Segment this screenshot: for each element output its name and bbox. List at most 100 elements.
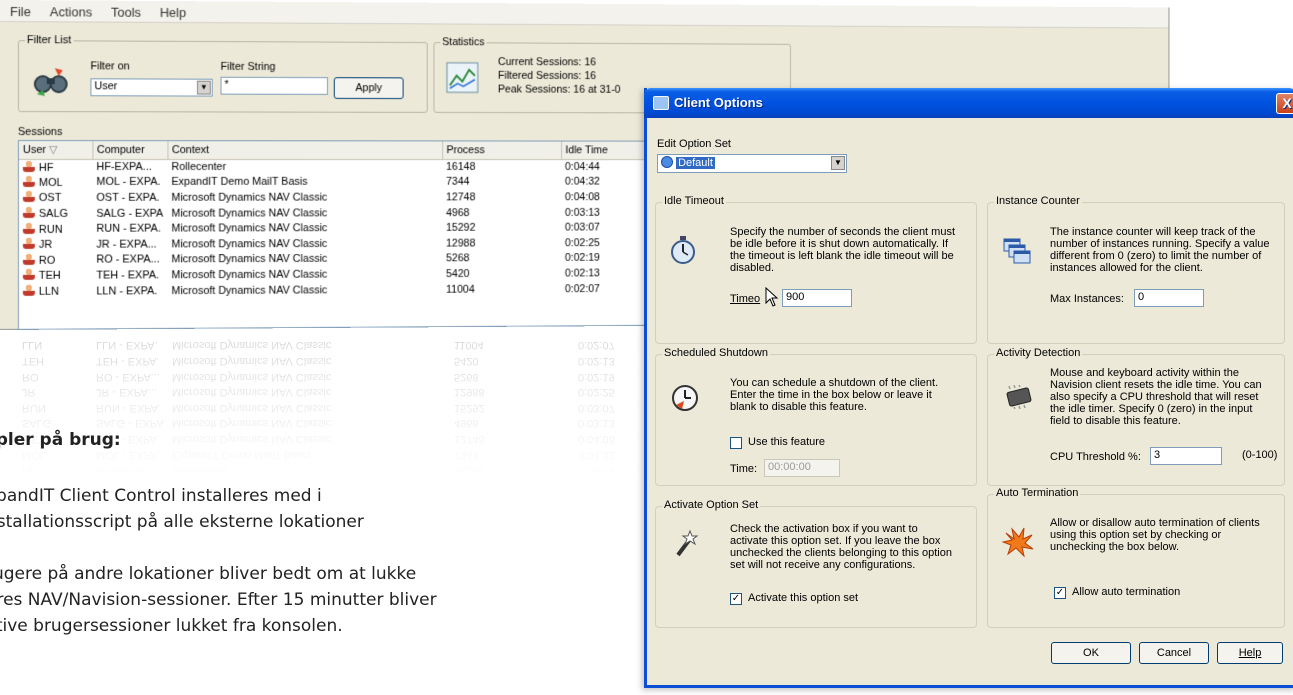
instance-counter-desc-3: different from 0 (zero) to limit the num… <box>1050 250 1261 263</box>
filter-on-select[interactable]: User ▼ <box>90 78 212 96</box>
scheduled-shutdown-group: Scheduled Shutdown You can schedule a sh… <box>655 354 977 486</box>
peak-sessions-text: Peak Sessions: 16 at 31-0 <box>498 84 621 96</box>
close-button[interactable]: X <box>1276 93 1293 114</box>
current-sessions-text: Current Sessions: 16 <box>498 56 596 68</box>
time-input[interactable]: 00:00:00 <box>764 459 840 477</box>
idle-timeout-desc-3: the timeout is left blank the idle timeo… <box>730 250 954 263</box>
cpu-threshold-input[interactable]: 3 <box>1150 447 1222 465</box>
filter-string-label: Filter String <box>221 61 276 73</box>
cell-process: 5420 <box>442 266 561 282</box>
chevron-down-icon[interactable]: ▼ <box>831 156 845 170</box>
cell-computer: HF-EXPA... <box>92 159 167 175</box>
table-row[interactable]: OST OST - EXPA. Microsoft Dynamics NAV Cla… <box>19 189 714 205</box>
cell-process: 16148 <box>442 159 561 174</box>
use-feature-label[interactable]: Use this feature <box>748 436 825 448</box>
user-icon <box>23 285 35 296</box>
activate-desc-2: activate this option set. If you leave t… <box>730 535 940 548</box>
cell-context: ExpandIT Demo MailT Basis <box>167 174 442 190</box>
scheduled-shutdown-desc-3: blank to disable this feature. <box>730 401 867 414</box>
help-button[interactable]: Help <box>1217 642 1283 664</box>
activity-detection-group: Activity Detection Mouse and keyboard ac… <box>987 354 1285 486</box>
filter-list-group: Filter List Filter on User ▼ Filter Stri… <box>18 34 428 113</box>
column-header-process[interactable]: Process <box>442 141 561 159</box>
paragraph-2-line-1: rugere på andre lokationer bliver bedt o… <box>0 562 416 586</box>
activity-detection-desc-1: Mouse and keyboard activity within the <box>1050 367 1239 380</box>
user-icon <box>23 238 35 249</box>
filter-on-value: User <box>94 80 117 92</box>
cpu-threshold-label: CPU Threshold %: <box>1050 451 1141 463</box>
cell-user: RUN <box>19 221 93 237</box>
menu-actions[interactable]: Actions <box>50 4 92 19</box>
cell-computer: RO - EXPA... <box>92 252 167 268</box>
shutdown-clock-icon <box>670 383 700 413</box>
max-instances-input[interactable]: 0 <box>1134 289 1204 307</box>
auto-termination-desc-1: Allow or disallow auto termination of cl… <box>1050 517 1260 530</box>
stopwatch-icon <box>670 235 696 265</box>
ok-button[interactable]: OK <box>1051 642 1131 664</box>
cell-computer: JR - EXPA... <box>92 237 167 253</box>
idle-timeout-desc-2: be idle before it is shut down automatic… <box>730 238 948 251</box>
instance-counter-desc-4: instances allowed for the client. <box>1050 262 1203 275</box>
slide-heading: mpler på brug: <box>0 428 121 452</box>
cell-computer: TEH - EXPA. <box>92 267 167 283</box>
menu-tools[interactable]: Tools <box>111 5 141 20</box>
activate-checkbox[interactable]: ✓ <box>730 593 742 605</box>
idle-timeout-desc-1: Specify the number of seconds the client… <box>730 226 955 239</box>
cpu-range-label: (0-100) <box>1242 449 1277 461</box>
cell-user: TEH <box>19 268 93 284</box>
cell-computer: SALG - EXPA <box>92 206 167 222</box>
cell-process: 5268 <box>442 251 561 267</box>
table-header-row: User ▽ Computer Context Process Idle Tim… <box>19 141 714 159</box>
column-header-user[interactable]: User ▽ <box>19 141 93 159</box>
sessions-table[interactable]: User ▽ Computer Context Process Idle Tim… <box>18 140 716 330</box>
cell-process: 11004 <box>442 281 561 297</box>
activate-checkbox-label[interactable]: Activate this option set <box>748 592 858 604</box>
activity-detection-desc-5: field to disable this feature. <box>1050 415 1181 428</box>
chevron-down-icon[interactable]: ▼ <box>197 81 211 95</box>
timeout-input[interactable]: 900 <box>782 289 852 307</box>
user-icon <box>23 176 35 187</box>
auto-termination-checkbox[interactable]: ✓ <box>1054 587 1066 599</box>
table-row[interactable]: HF HF-EXPA... Rollecenter 16148 0:04:44 <box>19 159 714 175</box>
auto-termination-desc-3: unchecking the box below. <box>1050 541 1179 554</box>
column-header-context[interactable]: Context <box>167 141 442 159</box>
menu-file[interactable]: File <box>10 4 31 19</box>
user-icon <box>23 161 35 172</box>
cell-process: 15292 <box>442 220 561 236</box>
activity-detection-desc-4: the idle timer. Specify 0 (zero) in the … <box>1050 403 1252 416</box>
filter-string-input[interactable]: * <box>221 77 328 95</box>
table-row[interactable]: LLN LLN - EXPA. Microsoft Dynamics NAV Cla… <box>19 280 714 299</box>
client-options-dialog: Client Options X Edit Option Set Default… <box>644 88 1293 688</box>
activity-detection-title: Activity Detection <box>994 347 1082 359</box>
explosion-icon <box>1002 527 1034 557</box>
cell-user: OST <box>19 190 93 206</box>
cell-context: Microsoft Dynamics NAV Classic <box>167 251 442 267</box>
cell-process: 12988 <box>442 235 561 251</box>
use-feature-checkbox[interactable] <box>730 437 742 449</box>
menu-help[interactable]: Help <box>160 5 186 20</box>
auto-termination-desc-2: using this option set by checking or <box>1050 529 1221 542</box>
cell-user: JR <box>19 237 93 253</box>
paragraph-1-line-1: xpandIT Client Control installeres med i <box>0 484 322 508</box>
auto-termination-checkbox-label[interactable]: Allow auto termination <box>1072 586 1180 598</box>
table-row[interactable]: MOL MOL - EXPA. ExpandIT Demo MailT Basis 7… <box>19 174 714 190</box>
scheduled-shutdown-desc-2: Enter the time in the box below or leave… <box>730 389 932 402</box>
instance-counter-group: Instance Counter The instance counter wi… <box>987 202 1285 344</box>
activity-detection-desc-3: also specify a CPU threshold that will r… <box>1050 391 1258 404</box>
cell-context: Microsoft Dynamics NAV Classic <box>167 236 442 252</box>
column-header-computer[interactable]: Computer <box>92 141 167 159</box>
apply-button[interactable]: Apply <box>334 77 404 99</box>
filtered-sessions-text: Filtered Sessions: 16 <box>498 70 596 82</box>
instance-counter-desc-1: The instance counter will keep track of … <box>1050 226 1255 239</box>
dialog-titlebar[interactable]: Client Options X <box>644 88 1293 118</box>
cell-computer: RUN - EXPA. <box>92 221 167 237</box>
instance-counter-desc-2: number of instances running. Specify a v… <box>1050 238 1270 251</box>
idle-timeout-title: Idle Timeout <box>662 195 726 207</box>
option-set-select[interactable]: Default ▼ <box>657 154 847 173</box>
cancel-button[interactable]: Cancel <box>1139 642 1209 664</box>
paragraph-2-line-2: eres NAV/Navision-sessioner. Efter 15 mi… <box>0 588 437 612</box>
sessions-label: Sessions <box>18 126 62 138</box>
cell-context: Microsoft Dynamics NAV Classic <box>167 266 442 283</box>
activity-detection-desc-2: Navision client resets the idle time. Yo… <box>1050 379 1262 392</box>
table-row[interactable]: SALG SALG - EXPA Microsoft Dynamics NAV Cl… <box>19 205 714 222</box>
